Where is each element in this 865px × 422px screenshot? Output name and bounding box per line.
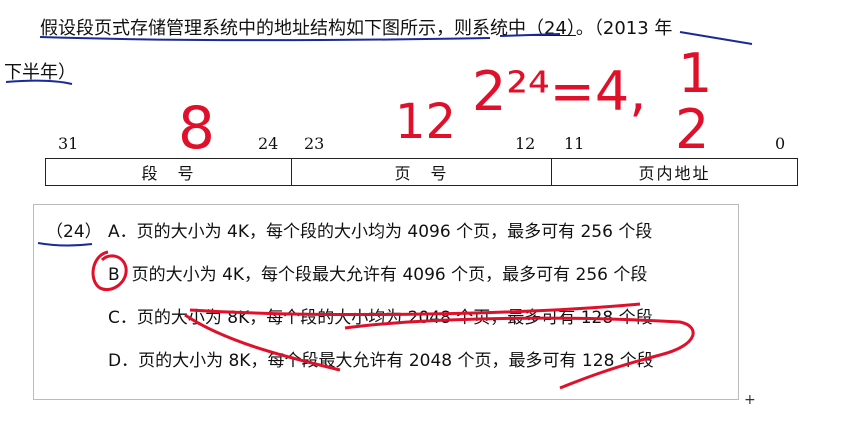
fraction-top-note: 1 (678, 42, 712, 105)
options-box: （24） A．页的大小为 4K，每个段的大小均为 4096 个页，最多可有 25… (33, 204, 739, 400)
page-offset-field: 页内地址 (551, 159, 797, 185)
bit-label-23: 23 (304, 134, 325, 153)
question-line-1: 假设段页式存储管理系统中的地址结构如下图所示，则系统中（24）。（2013 年 (40, 14, 672, 40)
option-a: A．页的大小为 4K，每个段的大小均为 4096 个页，最多可有 256 个段 (108, 222, 653, 242)
option-c: C．页的大小为 8K，每个段的大小均为 2048 个页，最多可有 128 个段 (108, 308, 653, 328)
question-line-2: 下半年） (4, 62, 76, 83)
page-bits-note: 12 (395, 94, 456, 150)
segment-bits-note: 8 (178, 94, 215, 162)
segment-number-field: 段 号 (141, 164, 196, 183)
question-prefix: 假设段页式存储管理系统中的地址结构如下图所示，则系统中 (40, 18, 526, 39)
option-b: B 页的大小为 4K，每个段最大允许有 4096 个页，最多可有 256 个段 (108, 260, 647, 285)
bit-label-24: 24 (258, 134, 279, 153)
question-suffix: 。（2013 年 (575, 18, 673, 39)
cursor-crosshair-icon: + (744, 392, 756, 408)
bit-label-12: 12 (515, 134, 536, 153)
calc-note: 2²⁴=4, (472, 60, 646, 123)
bit-label-31: 31 (58, 134, 79, 153)
address-structure-table: 段 号 页 号 页内地址 (45, 158, 798, 186)
option-b-letter: B (108, 265, 120, 285)
bit-label-11: 11 (564, 134, 585, 153)
bit-label-0: 0 (775, 134, 786, 153)
option-d: D．页的大小为 8K，每个段最大允许有 2048 个页，最多可有 128 个段 (108, 351, 654, 371)
page-number-field: 页 号 (291, 159, 551, 185)
option-number: （24） (46, 222, 102, 242)
fraction-bottom-note: 2 (675, 98, 709, 161)
option-b-text: 页的大小为 4K，每个段最大允许有 4096 个页，最多可有 256 个段 (131, 265, 648, 285)
question-blank: （24） (526, 18, 576, 39)
